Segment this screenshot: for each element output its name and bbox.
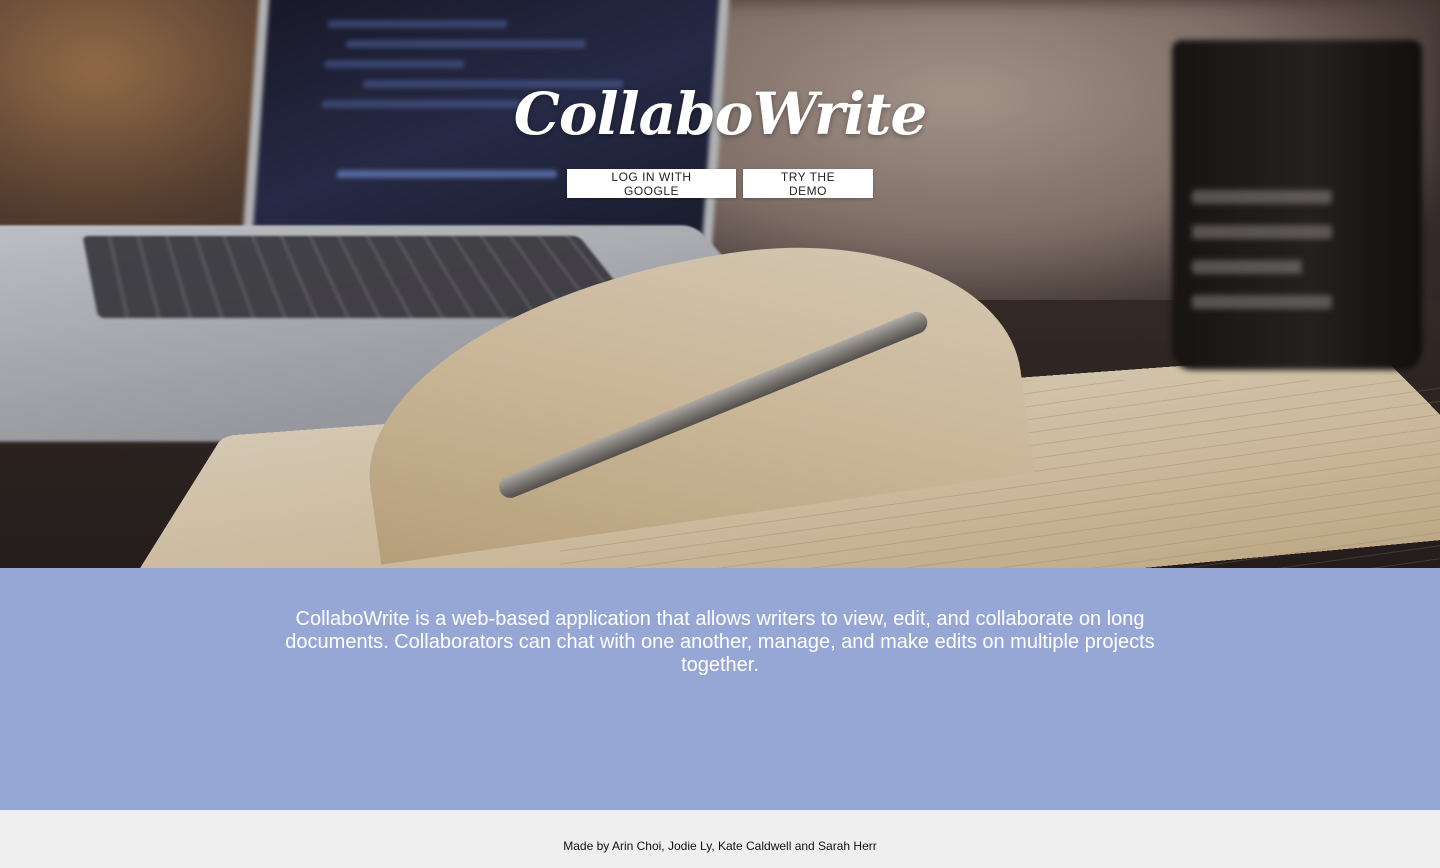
footer-credits: Made by Arin Choi, Jodie Ly, Kate Caldwe… <box>0 839 1440 853</box>
brand-logo: CollaboWrite <box>0 80 1440 148</box>
hero-section: CollaboWrite LOG IN WITH GOOGLE TRY THE … <box>0 0 1440 568</box>
about-section: CollaboWrite is a web-based application … <box>0 568 1440 810</box>
login-google-button[interactable]: LOG IN WITH GOOGLE <box>567 169 736 198</box>
footer: Made by Arin Choi, Jodie Ly, Kate Caldwe… <box>0 810 1440 868</box>
try-demo-button[interactable]: TRY THE DEMO <box>743 169 873 198</box>
auth-button-group: LOG IN WITH GOOGLE TRY THE DEMO <box>0 169 1440 198</box>
about-description: CollaboWrite is a web-based application … <box>255 608 1185 677</box>
